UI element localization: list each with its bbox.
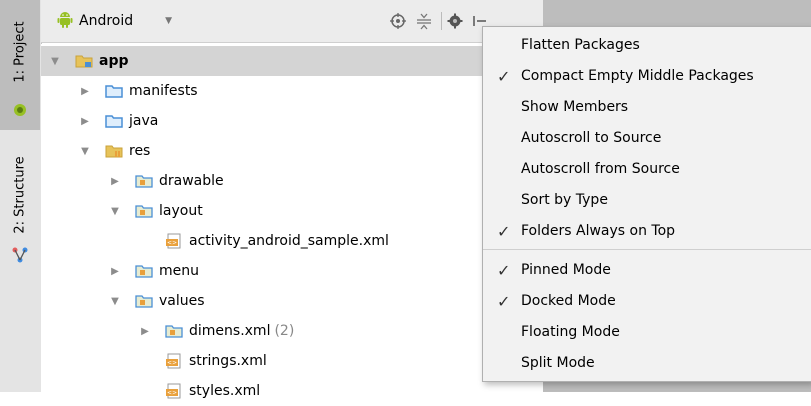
expand-arrow-icon[interactable]: ▶ (109, 266, 121, 277)
tree-node-drawable[interactable]: ▶ drawable (109, 166, 224, 196)
tree-node-label: drawable (159, 173, 224, 189)
res-subfolder-icon (135, 263, 153, 279)
menu-item-label: Docked Mode (521, 293, 616, 309)
view-selector-dropdown[interactable]: Android ▼ (57, 10, 172, 32)
tree-node-app[interactable]: ▼ app (49, 46, 129, 76)
menu-item-label: Sort by Type (521, 192, 608, 208)
res-subfolder-icon (135, 203, 153, 219)
tree-node-menu[interactable]: ▶ menu (109, 256, 199, 286)
tree-node-label: app (99, 53, 129, 69)
menu-item-label: Pinned Mode (521, 262, 611, 278)
menu-item-label: Compact Empty Middle Packages (521, 68, 754, 84)
chevron-down-icon: ▼ (165, 16, 173, 26)
menu-item-flatten-packages[interactable]: Flatten Packages (483, 30, 811, 60)
svg-text:<>: <> (167, 240, 177, 247)
tree-node-layout[interactable]: ▼ layout (109, 196, 203, 226)
expand-arrow-icon[interactable]: ▶ (139, 326, 151, 337)
structure-icon (12, 247, 28, 263)
xml-file-icon: <> (165, 383, 183, 399)
expand-arrow-icon[interactable]: ▼ (79, 146, 91, 157)
tree-node-label: java (129, 113, 159, 129)
xml-file-icon: <> (165, 233, 183, 249)
menu-item-label: Show Members (521, 99, 629, 115)
menu-item-compact-empty-middle-packages[interactable]: ✓ Compact Empty Middle Packages (483, 61, 811, 91)
tree-node-label: dimens.xml (189, 323, 271, 339)
expand-arrow-icon[interactable]: ▼ (109, 296, 121, 307)
file-count-badge: (2) (274, 323, 295, 339)
structure-tool-tab[interactable]: 2: Structure (0, 140, 40, 270)
tree-node-java[interactable]: ▶ java (79, 106, 158, 136)
expand-arrow-icon[interactable]: ▼ (49, 56, 61, 67)
tree-node-label: styles.xml (189, 383, 261, 399)
tree-node-activity-android-sample[interactable]: <> activity_android_sample.xml (139, 226, 389, 256)
menu-item-label: Autoscroll from Source (521, 161, 680, 177)
header-divider (441, 12, 442, 30)
tree-node-label: manifests (129, 83, 198, 99)
expand-arrow-icon[interactable]: ▼ (109, 206, 121, 217)
project-tab-label: 1: Project (12, 21, 28, 83)
res-subfolder-icon (165, 323, 183, 339)
menu-item-label: Folders Always on Top (521, 223, 676, 239)
menu-item-docked-mode[interactable]: ✓ Docked Mode (483, 286, 811, 316)
res-subfolder-icon (135, 293, 153, 309)
tree-node-dimens[interactable]: ▶ dimens.xml (2) (139, 316, 294, 346)
menu-item-split-mode[interactable]: Split Mode (483, 348, 811, 378)
tool-window-strip: 1: Project 2: Structure (0, 0, 42, 392)
tree-node-label: activity_android_sample.xml (189, 233, 389, 249)
res-subfolder-icon (135, 173, 153, 189)
check-icon: ✓ (497, 291, 511, 311)
expand-arrow-icon[interactable]: ▶ (109, 176, 121, 187)
menu-item-show-members[interactable]: Show Members (483, 92, 811, 122)
tree-node-label: res (129, 143, 151, 159)
module-folder-icon (75, 53, 93, 69)
folder-icon (105, 113, 123, 129)
tree-node-manifests[interactable]: ▶ manifests (79, 76, 198, 106)
menu-item-label: Floating Mode (521, 324, 620, 340)
tree-node-label: strings.xml (189, 353, 267, 369)
tree-node-label: layout (159, 203, 203, 219)
check-icon: ✓ (497, 260, 511, 280)
menu-item-folders-always-on-top[interactable]: ✓ Folders Always on Top (483, 216, 811, 246)
menu-item-autoscroll-from-source[interactable]: Autoscroll from Source (483, 154, 811, 184)
menu-item-sort-by-type[interactable]: Sort by Type (483, 185, 811, 215)
project-options-menu: Flatten Packages ✓ Compact Empty Middle … (482, 26, 811, 382)
android-project-icon (12, 102, 28, 118)
res-folder-icon (105, 143, 123, 159)
project-tool-tab[interactable]: 1: Project (0, 0, 40, 130)
view-selector-label: Android (79, 13, 134, 29)
expand-arrow-icon[interactable]: ▶ (79, 86, 91, 97)
android-icon (57, 10, 73, 32)
xml-file-icon: <> (165, 353, 183, 369)
structure-tab-label: 2: Structure (12, 155, 28, 234)
menu-item-autoscroll-to-source[interactable]: Autoscroll to Source (483, 123, 811, 153)
tree-node-strings[interactable]: <> strings.xml (139, 346, 267, 376)
folder-icon (105, 83, 123, 99)
menu-item-floating-mode[interactable]: Floating Mode (483, 317, 811, 347)
check-icon: ✓ (497, 221, 511, 241)
tree-node-label: values (159, 293, 205, 309)
svg-text:<>: <> (167, 360, 177, 367)
collapse-all-icon[interactable] (415, 12, 433, 30)
menu-separator (483, 249, 811, 250)
svg-text:<>: <> (167, 390, 177, 397)
tree-node-label: menu (159, 263, 199, 279)
menu-item-pinned-mode[interactable]: ✓ Pinned Mode (483, 255, 811, 285)
gear-icon[interactable] (447, 12, 465, 30)
locate-target-icon[interactable] (389, 12, 407, 30)
menu-item-label: Split Mode (521, 355, 595, 371)
tree-node-values[interactable]: ▼ values (109, 286, 205, 316)
tree-node-styles[interactable]: <> styles.xml (139, 376, 260, 406)
check-icon: ✓ (497, 66, 511, 86)
menu-item-label: Flatten Packages (521, 37, 640, 53)
menu-item-label: Autoscroll to Source (521, 130, 662, 146)
expand-arrow-icon[interactable]: ▶ (79, 116, 91, 127)
tree-node-res[interactable]: ▼ res (79, 136, 150, 166)
